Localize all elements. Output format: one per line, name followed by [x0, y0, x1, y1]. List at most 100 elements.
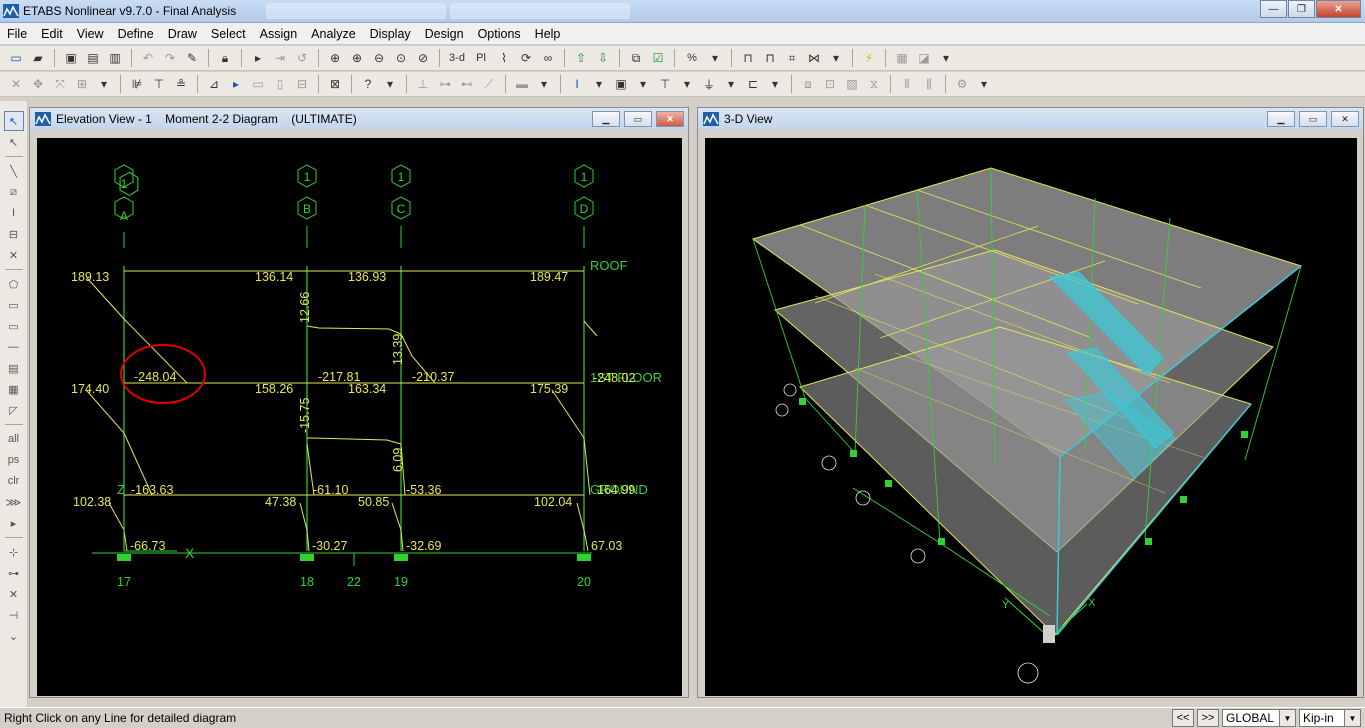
delete-icon[interactable]: ✕	[4, 245, 24, 265]
deformed-shape-icon[interactable]: ▦	[892, 48, 912, 68]
chevron-down-icon[interactable]: ▾	[705, 48, 725, 68]
draw-ramp-icon[interactable]: ◸	[4, 400, 24, 420]
select-pointer-icon[interactable]: ↖	[3, 111, 24, 131]
draw-column-icon[interactable]: I	[4, 203, 24, 223]
restraint-icon[interactable]: ⏚	[699, 74, 719, 94]
select-previous-button[interactable]: ps	[4, 450, 24, 470]
steel-icon[interactable]: ⊡	[820, 74, 840, 94]
plan-view-button[interactable]: Pl	[470, 48, 492, 68]
chevron-down-icon[interactable]: ▾	[765, 74, 785, 94]
perspective-icon[interactable]: ∞	[538, 48, 558, 68]
draw-line-icon[interactable]: ╲	[4, 161, 24, 181]
menu-draw[interactable]: Draw	[161, 27, 204, 41]
step-icon[interactable]: ⇥	[270, 48, 290, 68]
select-all-icon[interactable]: ?	[358, 74, 378, 94]
draw-poly-icon[interactable]: ▭	[4, 316, 24, 336]
set-building-options-icon[interactable]: ☑	[648, 48, 668, 68]
percent-button[interactable]: %	[681, 48, 703, 68]
design-icon[interactable]: ⧈	[798, 74, 818, 94]
grid-bubble-c[interactable]: 1 C	[391, 164, 411, 220]
close-button[interactable]: ✕	[1331, 111, 1359, 127]
move-up-icon[interactable]: ⇧	[571, 48, 591, 68]
chevron-down-icon[interactable]: ▾	[974, 74, 994, 94]
new-icon[interactable]: ▭	[6, 48, 26, 68]
frame-forces-icon[interactable]: ⊓	[760, 48, 780, 68]
restore-button[interactable]: ❐	[1288, 0, 1315, 18]
menu-define[interactable]: Define	[111, 27, 161, 41]
draw-wall-icon[interactable]: ▸	[226, 74, 246, 94]
draw-frame-icon[interactable]: ⊟	[4, 224, 24, 244]
draw-strip-icon[interactable]: ▦	[4, 379, 24, 399]
print-preview-icon[interactable]: ▥	[105, 48, 125, 68]
info-icon[interactable]: ⊠	[325, 74, 345, 94]
chevron-down-icon[interactable]: ▾	[677, 74, 697, 94]
snap-icon[interactable]: ✥	[28, 74, 48, 94]
minimize-button[interactable]: ▁	[592, 111, 620, 127]
intersect-icon[interactable]: ⤧	[50, 74, 70, 94]
move-down-icon[interactable]: ⇩	[593, 48, 613, 68]
snap-perpendicular-icon[interactable]: ⊣	[4, 605, 24, 625]
spring-icon[interactable]: ⊏	[743, 74, 763, 94]
wall-icon[interactable]: ▬	[512, 74, 532, 94]
chevron-down-icon[interactable]: ▾	[721, 74, 741, 94]
next-button[interactable]: >>	[1197, 709, 1219, 727]
view-3d-button[interactable]: 3-d	[446, 48, 468, 68]
menu-select[interactable]: Select	[204, 27, 253, 41]
grid-bubble-a[interactable]: 1 A	[114, 164, 139, 223]
composite-icon[interactable]: ⧖	[864, 74, 884, 94]
draw-brace-icon[interactable]: ⧄	[4, 182, 24, 202]
snap-intersect-icon[interactable]: ✕	[4, 584, 24, 604]
chevron-down-icon[interactable]: ▾	[826, 48, 846, 68]
3d-view-window[interactable]: 3-D View ▁ ▭ ✕ Y X	[697, 107, 1364, 698]
grid-bubble-d[interactable]: 1 D	[574, 164, 594, 220]
draw-area-icon[interactable]: ⊿	[204, 74, 224, 94]
draw-dim-icon[interactable]: ⊟	[292, 74, 312, 94]
draw-strip-icon[interactable]: ▯	[270, 74, 290, 94]
grid-bubble-b[interactable]: 1 B	[297, 164, 317, 220]
elevation-view-icon[interactable]: ⌇	[494, 48, 514, 68]
menu-display[interactable]: Display	[363, 27, 418, 41]
units-select[interactable]: Kip-in ▼	[1299, 709, 1361, 727]
floor-icon[interactable]: ⟋	[479, 74, 499, 94]
pencil-icon[interactable]: ✎	[182, 48, 202, 68]
elevation-drawing[interactable]: 1 A 1 B 1 C 1 D ROOF 1ST FLOOR GROUND 18…	[37, 138, 682, 696]
pause-icon[interactable]: ↺	[292, 48, 312, 68]
load-icon[interactable]: ⊤	[655, 74, 675, 94]
draw-wall-icon[interactable]: —	[4, 337, 24, 357]
chevron-down-icon[interactable]: ▾	[633, 74, 653, 94]
scroll-down-icon[interactable]: ⌄	[4, 626, 24, 646]
reactions-icon[interactable]: ⋈	[804, 48, 824, 68]
close-button[interactable]: ✕	[656, 111, 684, 127]
open-icon[interactable]: ▰	[28, 48, 48, 68]
chevron-down-icon[interactable]: ▾	[936, 48, 956, 68]
shell-forces-icon[interactable]: ⌗	[782, 48, 802, 68]
concrete-icon[interactable]: ▨	[842, 74, 862, 94]
elevation-view-window[interactable]: Elevation View - 1 Moment 2-2 Diagram (U…	[29, 107, 689, 698]
3d-model-drawing[interactable]: Y X	[705, 138, 1357, 696]
save-icon[interactable]: ▣	[61, 48, 81, 68]
snap-point-icon[interactable]: ⊹	[4, 542, 24, 562]
chevron-down-icon[interactable]: ▾	[589, 74, 609, 94]
zoom-prev-icon[interactable]: ⊘	[413, 48, 433, 68]
minimize-button[interactable]: ▁	[1267, 111, 1295, 127]
undo-icon[interactable]: ↶	[138, 48, 158, 68]
menu-analyze[interactable]: Analyze	[304, 27, 362, 41]
chevron-down-icon[interactable]: ▾	[380, 74, 400, 94]
draw-column-icon[interactable]: ⊤	[149, 74, 169, 94]
brace-icon[interactable]: ⊷	[457, 74, 477, 94]
maximize-button[interactable]: ▭	[624, 111, 652, 127]
menu-view[interactable]: View	[70, 27, 111, 41]
chevron-down-icon[interactable]: ▾	[94, 74, 114, 94]
clear-selection-button[interactable]: clr	[4, 471, 24, 491]
menu-file[interactable]: File	[0, 27, 34, 41]
column-line-icon[interactable]: ⊶	[435, 74, 455, 94]
close-button[interactable]: ✕	[1316, 0, 1361, 18]
draw-rect-icon[interactable]: ▭	[4, 295, 24, 315]
redo-icon[interactable]: ↷	[160, 48, 180, 68]
section-icon[interactable]: I	[567, 74, 587, 94]
menu-edit[interactable]: Edit	[34, 27, 70, 41]
maximize-button[interactable]: ▭	[1299, 111, 1327, 127]
reshape-icon[interactable]: ↖	[4, 132, 24, 152]
zoom-in-icon[interactable]: ⊕	[347, 48, 367, 68]
menu-options[interactable]: Options	[471, 27, 528, 41]
